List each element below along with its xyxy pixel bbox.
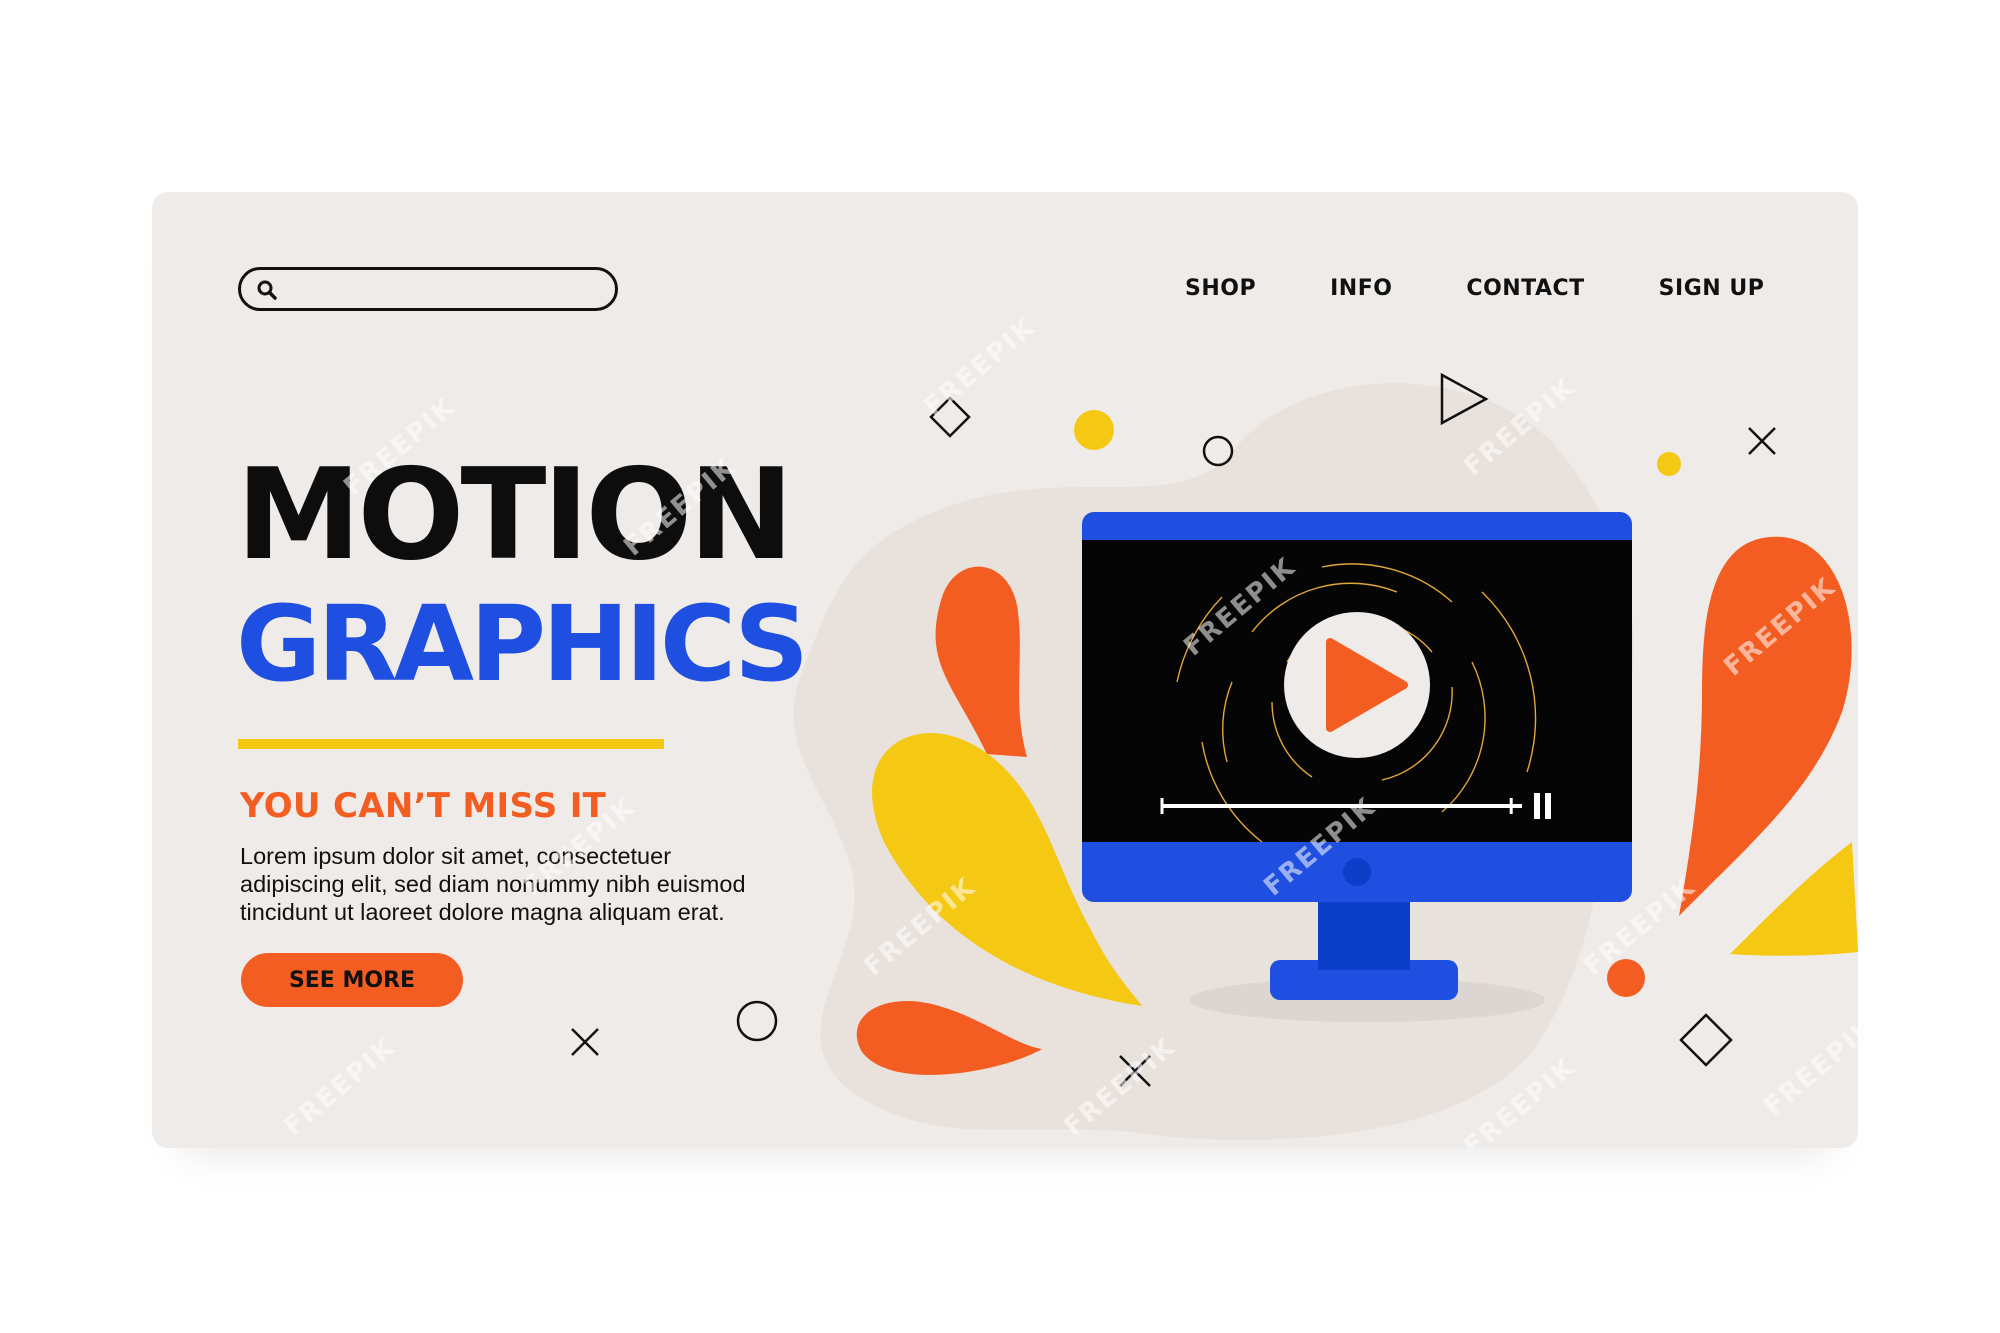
monitor-neck bbox=[1318, 892, 1410, 970]
search-icon bbox=[257, 280, 277, 300]
description-line: tincidunt ut laoreet dolore magna aliqua… bbox=[240, 899, 725, 925]
monitor-illustration bbox=[1082, 512, 1632, 1022]
yellow-splash-right bbox=[1730, 842, 1858, 956]
nav-link-shop[interactable]: SHOP bbox=[1185, 276, 1256, 301]
nav-link-info[interactable]: INFO bbox=[1330, 276, 1392, 301]
nav-link-sign-up[interactable]: SIGN UP bbox=[1659, 276, 1765, 301]
search-bar[interactable] bbox=[238, 267, 618, 311]
description-line: adipiscing elit, sed diam nonummy nibh e… bbox=[240, 871, 746, 897]
hero-title-line1: MOTION bbox=[236, 441, 794, 588]
see-more-button[interactable]: SEE MORE bbox=[241, 953, 463, 1007]
cross-mark bbox=[1748, 427, 1776, 455]
outline-circle bbox=[1202, 435, 1234, 467]
landing-card: SHOP INFO CONTACT SIGN UP MOTION GRAPHIC… bbox=[152, 192, 1858, 1148]
orange-splash-right bbox=[1679, 536, 1852, 916]
search-input[interactable] bbox=[289, 273, 593, 305]
hero-tagline: YOU CAN’T MISS IT bbox=[240, 786, 607, 826]
outline-circle bbox=[736, 1000, 778, 1042]
title-underline bbox=[238, 739, 664, 749]
description-line: Lorem ipsum dolor sit amet, consectetuer bbox=[240, 843, 672, 869]
yellow-dot bbox=[1657, 452, 1681, 476]
nav-link-contact[interactable]: CONTACT bbox=[1466, 276, 1584, 301]
yellow-dot bbox=[1074, 410, 1114, 450]
top-nav: SHOP INFO CONTACT SIGN UP bbox=[1185, 276, 1764, 301]
outline-diamond bbox=[929, 396, 971, 438]
cross-mark bbox=[571, 1028, 599, 1056]
hero-description: Lorem ipsum dolor sit amet, consectetuer… bbox=[240, 842, 860, 926]
hero-title-line2: GRAPHICS bbox=[236, 583, 809, 705]
power-button bbox=[1343, 858, 1371, 886]
